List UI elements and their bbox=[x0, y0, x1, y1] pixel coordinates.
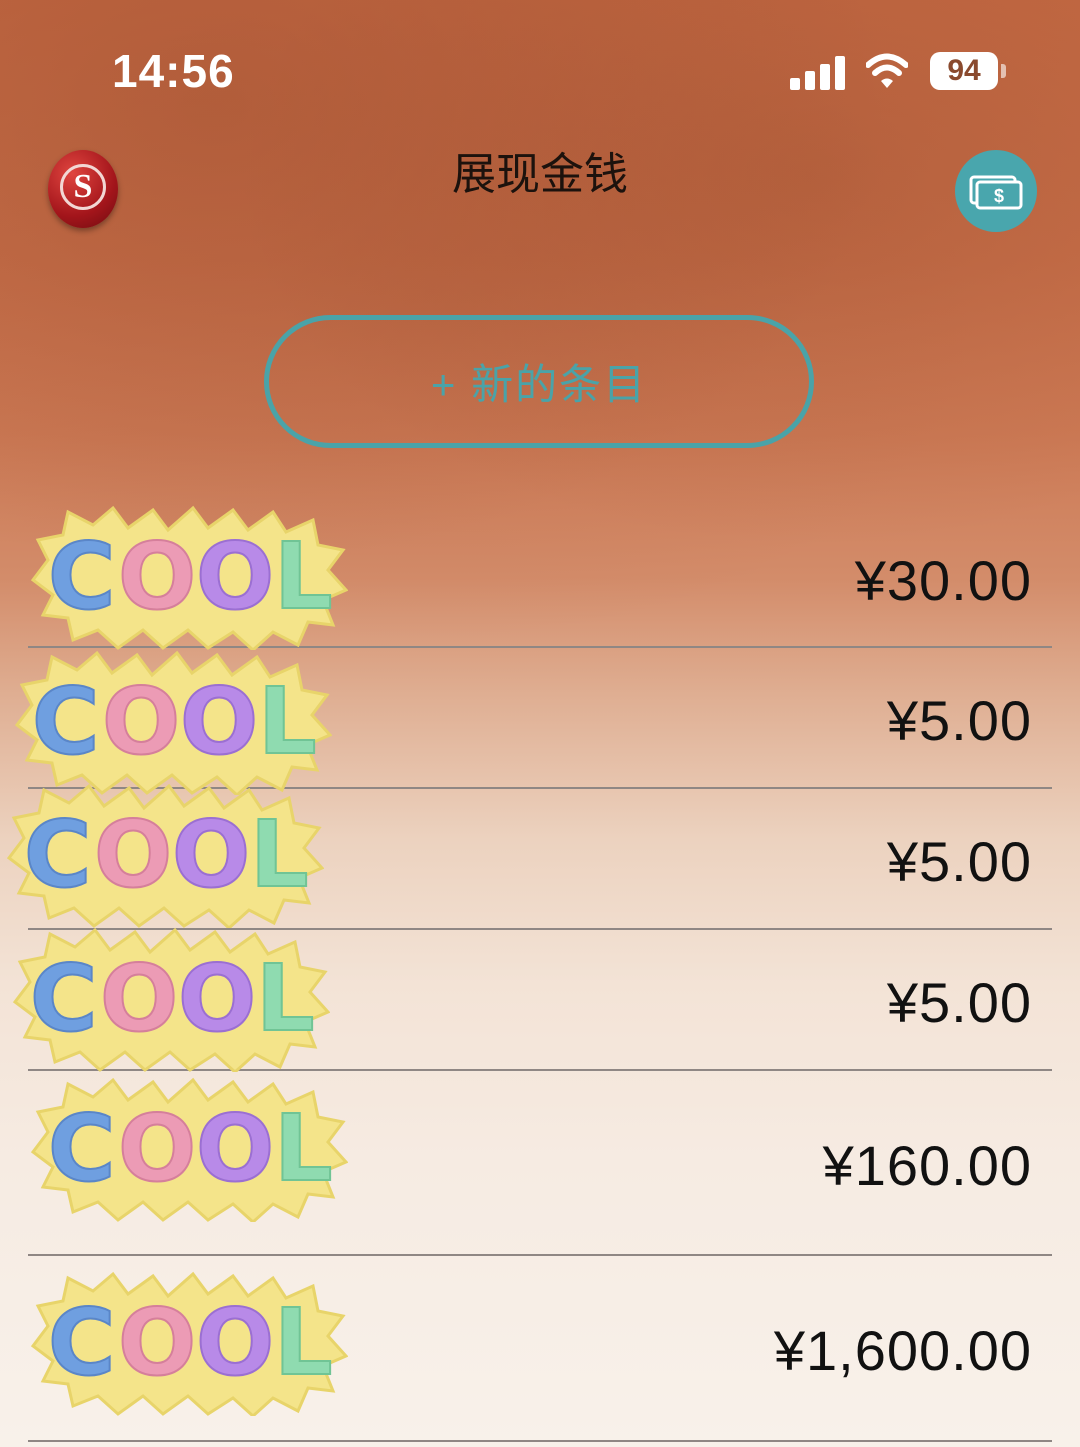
new-entry-label: + 新的条目 bbox=[430, 361, 648, 408]
entry-amount: ¥1,600.00 bbox=[773, 1319, 1032, 1382]
entry-amount: ¥30.00 bbox=[854, 549, 1032, 612]
cellular-signal-icon bbox=[790, 56, 845, 90]
cool-sticker-image bbox=[31, 1272, 348, 1416]
battery-indicator: 94 bbox=[930, 52, 998, 90]
cash-icon: $ bbox=[969, 175, 1023, 210]
cool-sticker-image bbox=[31, 506, 348, 650]
svg-text:$: $ bbox=[994, 186, 1004, 206]
entry-amount: ¥5.00 bbox=[886, 971, 1032, 1034]
status-time: 14:56 bbox=[112, 45, 235, 97]
battery-tip bbox=[1001, 64, 1006, 78]
cool-sticker-image bbox=[7, 784, 324, 928]
entry-amount: ¥5.00 bbox=[886, 830, 1032, 893]
cool-sticker-image bbox=[31, 1078, 348, 1222]
wifi-icon bbox=[866, 53, 908, 88]
entry-amount: ¥160.00 bbox=[822, 1134, 1032, 1197]
new-entry-button[interactable]: + 新的条目 bbox=[264, 315, 814, 448]
cool-sticker-image bbox=[13, 928, 330, 1072]
entry-amount: ¥5.00 bbox=[886, 689, 1032, 752]
cool-sticker-image bbox=[15, 651, 332, 795]
money-button[interactable]: $ bbox=[955, 150, 1037, 232]
page-title: 展现金钱 bbox=[452, 150, 628, 199]
